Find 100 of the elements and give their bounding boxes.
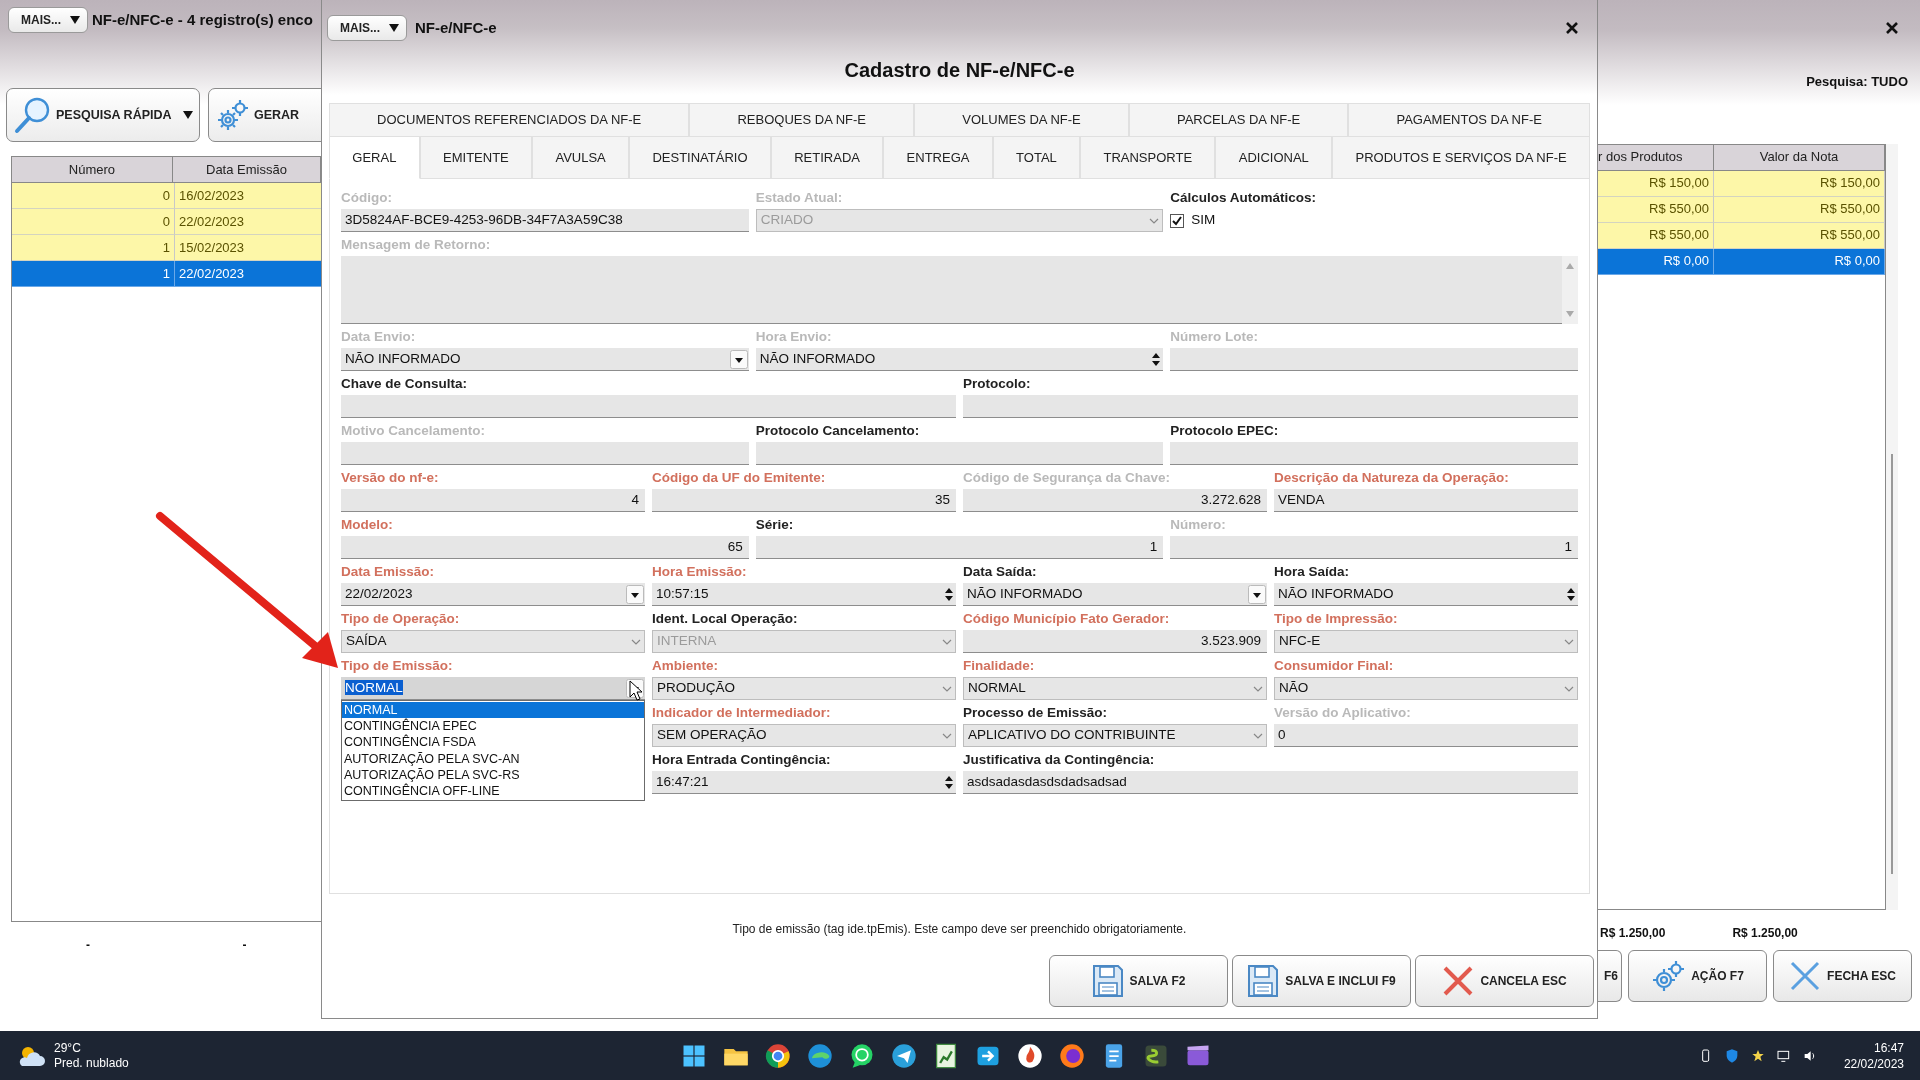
scroll-bar[interactable]	[1886, 143, 1898, 910]
table-row[interactable]: R$ 150,00 R$ 150,00	[1598, 170, 1885, 197]
field-label: Consumidor Final:	[1274, 657, 1395, 675]
tab[interactable]: TRANSPORTE	[1080, 136, 1216, 179]
dropdown-option[interactable]: AUTORIZAÇÃO PELA SVC-RS	[342, 766, 644, 783]
table-row[interactable]: 0 16/02/2023	[12, 183, 325, 209]
field-label: Série:	[755, 516, 795, 534]
tab[interactable]: AVULSA	[532, 136, 630, 179]
table-cell: 1	[12, 235, 175, 261]
number-field[interactable]: 4	[341, 489, 645, 512]
window-title: NF-e/NFC-e - 4 registro(s) enco	[92, 9, 313, 30]
dropdown-button[interactable]	[626, 584, 644, 604]
tab[interactable]: GERAL	[329, 136, 420, 179]
text-field[interactable]	[1170, 442, 1578, 465]
combo-field[interactable]: 22/02/2023	[341, 583, 645, 606]
table-cell: R$ 550,00	[1714, 222, 1885, 249]
spinner-field[interactable]: NÃO INFORMADO	[1274, 583, 1578, 606]
field-label: Data Emissão:	[341, 563, 436, 581]
action-button[interactable]: FECHA ESC	[1773, 949, 1912, 1002]
dropdown-option[interactable]: AUTORIZAÇÃO PELA SVC-AN	[342, 750, 644, 767]
field-label: Hora Envio:	[755, 328, 833, 346]
table-row[interactable]: 1 22/02/2023	[12, 261, 325, 287]
spinner-field[interactable]: 10:57:15	[652, 583, 956, 606]
temperature-text: 29°C	[54, 1040, 82, 1056]
text-field[interactable]	[1170, 348, 1578, 371]
number-field[interactable]: 35	[652, 489, 956, 512]
combo-field[interactable]: NORMAL	[341, 677, 645, 700]
select-field[interactable]: SEM OPERAÇÃO	[652, 724, 956, 747]
number-field[interactable]: 1	[755, 536, 1164, 559]
select-field[interactable]: NÃO	[1274, 677, 1578, 700]
action-button[interactable]: SALVA F2	[1049, 955, 1228, 1007]
tab[interactable]: RETIRADA	[770, 136, 884, 179]
action-button[interactable]: SALVA E INCLUI F9	[1232, 955, 1411, 1007]
dropdown-option[interactable]: CONTINGÊNCIA EPEC	[342, 718, 644, 735]
clock-time: 16:47	[1872, 1039, 1904, 1056]
dropdown-option[interactable]: CONTINGÊNCIA FSDA	[342, 734, 644, 751]
field-label: Protocolo:	[963, 375, 1032, 393]
tab[interactable]: TOTAL	[992, 136, 1081, 179]
dropdown-button[interactable]	[729, 349, 748, 369]
browser-icon[interactable]	[1058, 1041, 1086, 1070]
combo-field[interactable]: NÃO INFORMADO	[341, 348, 749, 371]
tab[interactable]: VOLUMES DA NF-E	[914, 103, 1129, 136]
tab[interactable]: DESTINATÁRIO	[629, 136, 771, 179]
dropdown-button[interactable]	[1248, 584, 1266, 604]
action-button[interactable]: AÇÃO F7	[1628, 949, 1767, 1002]
select-field[interactable]: NFC-E	[1274, 630, 1578, 653]
number-field[interactable]: 3.272.628	[963, 489, 1267, 512]
text-field[interactable]	[755, 442, 1164, 465]
action-button[interactable]: F6	[1598, 949, 1622, 1002]
menu-button[interactable]: MAIS...	[327, 15, 407, 41]
field-label: Chave de Consulta:	[341, 375, 469, 393]
close-icon[interactable]	[1565, 21, 1579, 35]
tab[interactable]: REBOQUES DA NF-E	[689, 103, 915, 136]
tab[interactable]: ADICIONAL	[1215, 136, 1333, 179]
text-field[interactable]: 3D5824AF-BCE9-4253-96DB-34F7A3A59C38	[341, 209, 749, 232]
flame-icon[interactable]	[1016, 1041, 1044, 1070]
tab[interactable]: EMITENTE	[419, 136, 533, 179]
scroll-bar[interactable]	[1562, 256, 1578, 324]
number-field[interactable]: 65	[341, 536, 749, 559]
clock-date: 22/02/2023	[1843, 1055, 1904, 1072]
text-field[interactable]	[341, 395, 956, 418]
table-row[interactable]: R$ 550,00 R$ 550,00	[1598, 222, 1885, 249]
tab[interactable]: PARCELAS DA NF-E	[1128, 103, 1349, 136]
spinner-field[interactable]: NÃO INFORMADO	[755, 348, 1164, 371]
toolbar-button[interactable]: PESQUISA RÁPIDA	[6, 88, 200, 142]
text-field[interactable]	[963, 395, 1578, 418]
text-field[interactable]	[341, 442, 749, 465]
number-field[interactable]: 1	[1170, 536, 1578, 559]
dropdown-option[interactable]: CONTINGÊNCIA OFF-LINE	[342, 782, 644, 800]
select-field[interactable]: APLICATIVO DO CONTRIBUINTE	[963, 724, 1267, 747]
text-field[interactable]: VENDA	[1274, 489, 1578, 512]
combo-field[interactable]: NÃO INFORMADO	[963, 583, 1267, 606]
select-field[interactable]: NORMAL	[963, 677, 1267, 700]
table-row[interactable]: 1 15/02/2023	[12, 235, 325, 261]
browser-icon[interactable]	[764, 1041, 792, 1070]
tab[interactable]: PRODUTOS E SERVIÇOS DA NF-E	[1332, 136, 1590, 179]
dropdown-option[interactable]: NORMAL	[342, 702, 644, 719]
select-field[interactable]: SAÍDA	[341, 630, 645, 653]
table-row[interactable]: 0 22/02/2023	[12, 209, 325, 235]
spinner-field[interactable]: 16:47:21	[652, 771, 956, 794]
checkbox[interactable]	[1170, 213, 1185, 228]
action-button[interactable]: CANCELA ESC	[1415, 955, 1594, 1007]
tab[interactable]: PAGAMENTOS DA NF-E	[1348, 103, 1590, 136]
tab[interactable]: ENTREGA	[883, 136, 993, 179]
table-row[interactable]: R$ 550,00 R$ 550,00	[1598, 196, 1885, 223]
number-field[interactable]: 3.523.909	[963, 630, 1267, 653]
menu-button[interactable]: MAIS...	[8, 7, 88, 33]
field-label: Estado Atual:	[755, 189, 844, 207]
caret-icon	[389, 24, 399, 32]
table-row[interactable]: R$ 0,00 R$ 0,00	[1598, 248, 1885, 275]
text-field[interactable]: asdsadasdasdsdadsadsad	[963, 771, 1578, 794]
paper-plane-icon[interactable]	[890, 1041, 918, 1070]
select-field[interactable]: PRODUÇÃO	[652, 677, 956, 700]
table-cell: R$ 550,00	[1714, 196, 1885, 223]
browser-icon[interactable]	[806, 1041, 834, 1070]
close-icon[interactable]	[1885, 21, 1899, 35]
gear-icon	[1651, 958, 1686, 993]
text-field[interactable]: 0	[1274, 724, 1578, 747]
field-label: Tipo de Impressão:	[1274, 610, 1399, 628]
tab[interactable]: DOCUMENTOS REFERENCIADOS DA NF-E	[329, 103, 690, 136]
